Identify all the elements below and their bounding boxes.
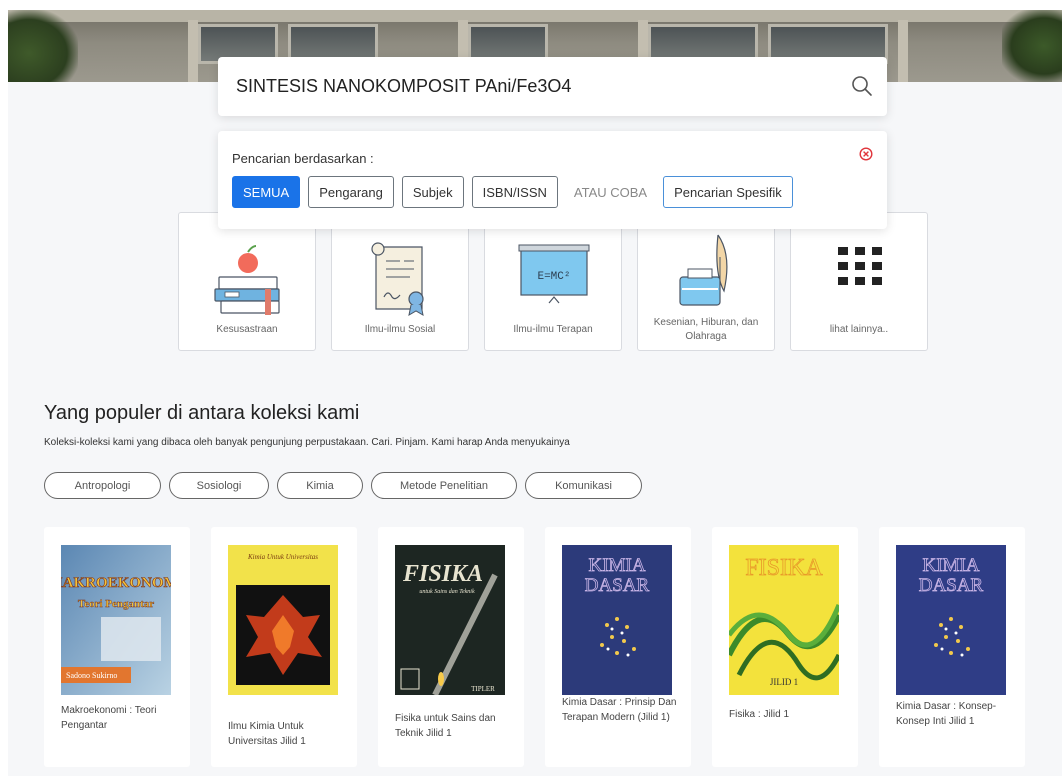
chalkboard-formula-text: E=MC²: [537, 271, 570, 283]
category-card-more[interactable]: lihat lainnya..: [790, 212, 928, 351]
book-card[interactable]: MAKROEKONOMI Teori Pengantar Sadono Suki…: [44, 527, 190, 767]
book-card[interactable]: FISIKA untuk Sains dan Teknik TIPLER Fis…: [378, 527, 524, 767]
chalkboard-formula-icon: E=MC²: [518, 244, 590, 304]
filter-title: Pencarian berdasarkan :: [232, 151, 374, 166]
book-card[interactable]: KIMIA DASAR Kimia Dasar : Konsep-Konsep …: [879, 527, 1025, 767]
book-title: Fisika untuk Sains dan Teknik Jilid 1: [395, 713, 496, 739]
category-label: Kesusastraan: [216, 324, 278, 335]
cover-title: KIMIA: [923, 555, 980, 576]
search-icon[interactable]: [851, 75, 873, 97]
category-card-ilmu-terapan[interactable]: E=MC² Ilmu-ilmu Terapan: [484, 212, 622, 351]
book-card[interactable]: KIMIA DASAR Kimia Dasar : Prinsip Dan Te…: [545, 527, 691, 767]
cover-subtitle: JILID 1: [770, 677, 798, 687]
popular-section-subtitle: Koleksi-koleksi kami yang dibaca oleh ba…: [44, 437, 570, 448]
search-input[interactable]: [236, 57, 816, 116]
book-title: Kimia Dasar : Konsep-Konsep Inti Jilid 1: [896, 701, 997, 727]
cover-title: FISIKA: [402, 561, 483, 587]
grid-icon: [838, 247, 882, 285]
category-card-ilmu-sosial[interactable]: Ilmu-ilmu Sosial: [331, 212, 469, 351]
tag-sosiologi[interactable]: Sosiologi: [169, 472, 269, 499]
book-cover-image: MAKROEKONOMI Teori Pengantar Sadono Suki…: [61, 545, 171, 695]
category-card-kesusastraan[interactable]: Kesusastraan: [178, 212, 316, 351]
category-label: Ilmu-ilmu Sosial: [364, 324, 436, 335]
book-title: Ilmu Kimia Untuk Universitas Jilid 1: [228, 721, 306, 747]
certificate-scroll-icon: [371, 242, 424, 316]
close-icon[interactable]: [859, 147, 873, 161]
category-label: Kesenian, Hiburan, dan Olahraga: [653, 317, 759, 342]
book-card[interactable]: FISIKA JILID 1 Fisika : Jilid 1: [712, 527, 858, 767]
book-title: Kimia Dasar : Prinsip Dan Terapan Modern…: [562, 697, 677, 723]
cover-title: MAKROEKONOMI: [61, 575, 171, 591]
cover-title: KIMIA: [589, 555, 646, 576]
filter-option-pengarang[interactable]: Pengarang: [308, 176, 394, 208]
cover-subtitle: Teori Pengantar: [78, 598, 154, 610]
book-title: Makroekonomi : Teori Pengantar: [61, 705, 157, 731]
book-cover-image: FISIKA untuk Sains dan Teknik TIPLER: [395, 545, 505, 695]
popular-section-title: Yang populer di antara koleksi kami: [44, 402, 360, 424]
books-apple-icon: [214, 245, 280, 315]
book-title: Fisika : Jilid 1: [729, 709, 790, 720]
category-card-kesenian[interactable]: Kesenian, Hiburan, dan Olahraga: [637, 212, 775, 351]
book-card[interactable]: Kimia Untuk Universitas Ilmu Kimia Untuk…: [211, 527, 357, 767]
or-try-label: ATAU COBA: [573, 184, 648, 200]
ink-quill-icon: [679, 234, 728, 306]
tag-komunikasi[interactable]: Komunikasi: [525, 472, 642, 499]
search-filter-panel: Pencarian berdasarkan : SEMUA Pengarang …: [218, 131, 887, 229]
tag-kimia[interactable]: Kimia: [277, 472, 363, 499]
cover-subtitle: DASAR: [919, 575, 984, 596]
book-cover-image: FISIKA JILID 1: [729, 545, 839, 695]
subject-tag-list: Antropologi Sosiologi Kimia Metode Penel…: [44, 472, 650, 499]
search-bar: [218, 57, 887, 116]
book-cover-image: KIMIA DASAR: [896, 545, 1006, 695]
book-cover-image: KIMIA DASAR: [562, 545, 672, 695]
tag-antropologi[interactable]: Antropologi: [44, 472, 161, 499]
filter-option-subjek[interactable]: Subjek: [401, 176, 464, 208]
tag-metode-penelitian[interactable]: Metode Penelitian: [371, 472, 517, 499]
cover-subtitle: untuk Sains dan Teknik: [419, 589, 475, 595]
book-cover-image: Kimia Untuk Universitas: [228, 545, 338, 695]
filter-option-semua[interactable]: SEMUA: [232, 176, 301, 208]
cover-title: FISIKA: [745, 555, 823, 581]
cover-subtitle: DASAR: [585, 575, 650, 596]
cover-author: TIPLER: [471, 685, 495, 693]
category-label: Ilmu-ilmu Terapan: [513, 324, 593, 335]
filter-option-isbn-issn[interactable]: ISBN/ISSN: [471, 176, 558, 208]
cover-title: Kimia Untuk Universitas: [247, 553, 318, 561]
cover-author: Sadono Sukirno: [66, 671, 117, 680]
specific-search-button[interactable]: Pencarian Spesifik: [663, 176, 793, 208]
category-label: lihat lainnya..: [829, 324, 889, 335]
